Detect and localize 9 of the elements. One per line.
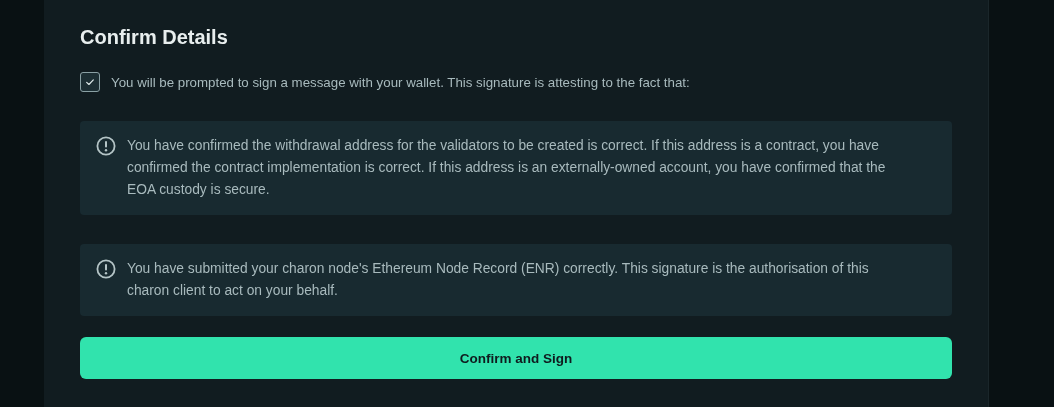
warning-icon (96, 136, 116, 156)
confirm-button[interactable]: Confirm and Sign (80, 337, 952, 379)
section-title: Confirm Details (80, 25, 229, 50)
notice-text: You have confirmed the withdrawal address for the validators to be created is correct. If this address is a contract, you have confirmed the contract implementation is correct. If this address is an externally-owned account, you have confirmed that the EOA custody is secure. (127, 137, 887, 199)
checkmark-icon (85, 77, 95, 87)
warning-icon (96, 259, 116, 279)
checkbox[interactable] (80, 72, 100, 92)
notice-text: You have submitted your charon node's Ethereum Node Record (ENR) correctly. This signature is the authorisation of this charon client to act on your behalf. (127, 260, 870, 300)
checkbox-label: You will be prompted to sign a message with your wallet. This signature is attesting to the fact that: (111, 74, 690, 90)
